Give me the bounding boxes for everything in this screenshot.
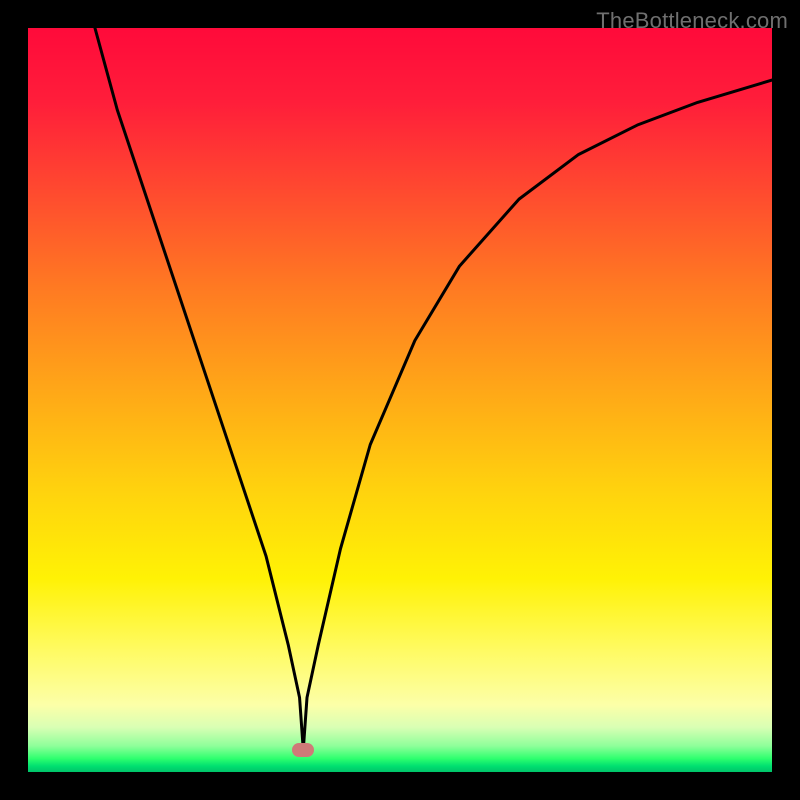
optimal-point-marker	[292, 743, 314, 757]
bottleneck-curve	[28, 28, 772, 772]
chart-plot-area	[28, 28, 772, 772]
curve-path	[95, 28, 772, 750]
